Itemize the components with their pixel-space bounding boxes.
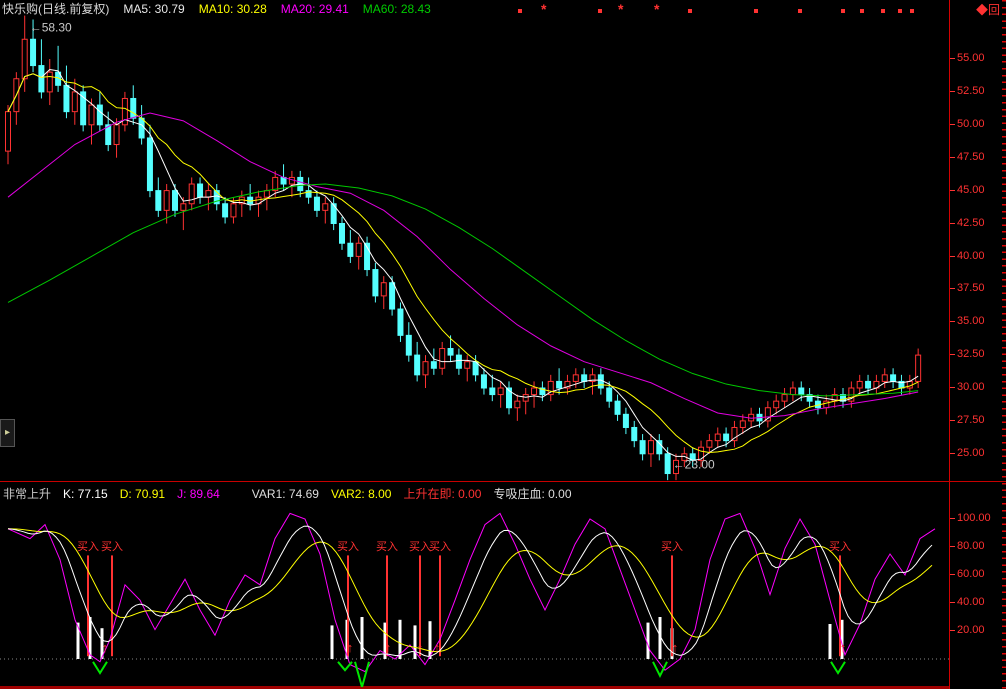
kdj-indicator-chart[interactable]: 买入买入买入买入买入买入买入买入↑↑↑↑↑↑↑ (0, 507, 949, 687)
signal-square-icon (881, 9, 885, 13)
up-arrow-icon: ↑ (840, 640, 847, 655)
buy-label: 买入 (101, 540, 123, 553)
main-axis-label: 47.50 (957, 151, 985, 164)
signal-square-icon (798, 9, 802, 13)
indicator-axis-label: 60.00 (957, 568, 985, 581)
indicator-axis-label: 80.00 (957, 540, 985, 553)
indicator-label-1: K: 77.15 (63, 487, 108, 501)
main-axis-label: 30.00 (957, 381, 985, 394)
signal-square-icon (754, 9, 758, 13)
signal-square-icon (688, 9, 692, 13)
main-axis-label: 27.50 (957, 414, 985, 427)
price-annotation-1: ←23.00 (673, 457, 715, 471)
up-arrow-icon: ↑ (385, 640, 392, 655)
signal-square-icon (910, 9, 914, 13)
signal-square-icon (518, 9, 522, 13)
buy-label: 买入 (77, 540, 99, 553)
candlestick-chart[interactable]: ←58.30 ←23.00 (0, 14, 949, 482)
panel-separator-line (0, 481, 1006, 482)
stock-chart-window: 快乐购(日线.前复权) MA5: 30.79 MA10: 30.28 MA20: 29… (0, 0, 1006, 689)
signal-bars (77, 617, 844, 659)
up-arrow-icon: ↑ (417, 640, 424, 655)
buy-label: 买入 (661, 540, 683, 553)
window-control-icons[interactable]: ◆回 (976, 1, 1000, 18)
buy-signals: 买入买入买入买入买入买入买入买入 (77, 540, 851, 656)
candles (6, 16, 921, 481)
buy-label: 买入 (829, 540, 851, 553)
indicator-header: 非常上升 K: 77.15 D: 70.91 J: 89.64 VAR1: 74.69 V… (3, 483, 584, 505)
main-axis-label: 45.00 (957, 184, 985, 197)
indicator-label-6: 上升在即: 0.00 (403, 487, 481, 501)
signal-square-icon (898, 9, 902, 13)
main-axis-label: 25.00 (957, 447, 985, 460)
main-axis-label: 50.00 (957, 118, 985, 131)
indicator-label-0: 非常上升 (3, 487, 51, 501)
stock-title: 快乐购(日线.前复权) (2, 2, 109, 16)
indicator-label-4: VAR1: 74.69 (252, 487, 319, 501)
main-axis-label: 52.50 (957, 85, 985, 98)
indicator-axis-label: 20.00 (957, 624, 985, 637)
up-arrow-icon: ↑ (102, 640, 109, 655)
main-axis-label: 42.50 (957, 217, 985, 230)
main-axis-label: 40.00 (957, 250, 985, 263)
green-check-marks (93, 662, 845, 687)
indicator-label-2: D: 70.91 (120, 487, 165, 501)
main-axis-label: 55.00 (957, 52, 985, 65)
buy-label: 买入 (337, 540, 359, 553)
indicator-label-7: 专吸庄血: 0.00 (493, 487, 571, 501)
indicator-axis-label: 100.00 (957, 512, 991, 525)
ma-lines (8, 70, 918, 461)
signal-square-icon (860, 9, 864, 13)
buy-arrows: ↑ ↑ ↑ ↑ ↑ ↑ ↑ (102, 640, 847, 655)
signal-square-icon (841, 9, 845, 13)
signal-asterisk-icon: * (654, 1, 659, 17)
main-axis-label: 35.00 (957, 315, 985, 328)
ma-legend: MA5: 30.79 MA10: 30.28 MA20: 29.41 MA60: 28… (123, 2, 445, 16)
main-axis-label: 37.50 (957, 282, 985, 295)
up-arrow-icon: ↑ (434, 640, 441, 655)
up-arrow-icon: ↑ (672, 640, 679, 655)
price-annotation-0: ←58.30 (30, 20, 72, 34)
indicator-label-3: J: 89.64 (177, 487, 220, 501)
ma-label-0: MA5: 30.79 (123, 2, 184, 16)
ma-label-3: MA60: 28.43 (363, 2, 431, 16)
signal-asterisk-icon: * (541, 1, 546, 17)
indicator-label-5: VAR2: 8.00 (331, 487, 391, 501)
ma-label-2: MA20: 29.41 (281, 2, 349, 16)
signal-square-icon (598, 9, 602, 13)
buy-label: 买入 (429, 540, 451, 553)
main-axis-label: 32.50 (957, 348, 985, 361)
indicator-axis-label: 40.00 (957, 596, 985, 609)
axis-tick-ruler (1002, 0, 1006, 689)
price-axis-panel: 55.00 52.50 50.00 47.50 45.00 42.50 40.00 37.50… (949, 0, 1006, 689)
ma-label-1: MA10: 30.28 (199, 2, 267, 16)
buy-label: 买入 (376, 540, 398, 553)
up-arrow-icon: ↑ (347, 640, 354, 655)
main-chart-header: 快乐购(日线.前复权) MA5: 30.79 MA10: 30.28 MA20: 29… (2, 0, 459, 18)
buy-label: 买入 (409, 540, 431, 553)
signal-asterisk-icon: * (618, 1, 623, 17)
expand-arrow-icon[interactable]: ▸ (0, 419, 15, 447)
